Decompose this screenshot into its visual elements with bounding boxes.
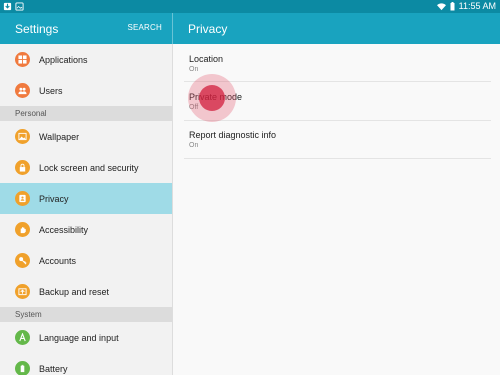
apps-icon xyxy=(15,52,30,67)
sidebar-item-wallpaper[interactable]: Wallpaper xyxy=(0,121,172,152)
touch-indicator-core xyxy=(199,85,225,111)
users-icon xyxy=(15,83,30,98)
image-icon xyxy=(15,2,24,11)
sidebar-item-label: Backup and reset xyxy=(39,286,110,297)
diagnostic-status: On xyxy=(189,142,199,149)
search-button[interactable]: SEARCH xyxy=(127,23,162,32)
status-bar: 11:55 AM xyxy=(0,0,500,13)
key-icon xyxy=(15,253,30,268)
section-header-personal: Personal xyxy=(0,106,172,121)
sidebar-item-label: Accessibility xyxy=(39,224,89,235)
diagnostic-title: Report diagnostic info xyxy=(189,130,277,140)
sidebar-item-label: Battery xyxy=(39,363,68,374)
sidebar-item-label: Users xyxy=(39,85,63,96)
battery-icon xyxy=(450,2,455,11)
battery-settings-icon xyxy=(15,361,30,375)
sidebar-item-applications[interactable]: Applications xyxy=(0,44,172,75)
sidebar-item-label: Privacy xyxy=(39,193,69,204)
location-title: Location xyxy=(189,54,224,64)
page-title: Settings xyxy=(15,22,59,36)
wallpaper-icon xyxy=(15,129,30,144)
diagnostic-row[interactable]: Report diagnostic info On xyxy=(184,121,491,159)
lock-icon xyxy=(15,160,30,175)
hand-icon xyxy=(15,222,30,237)
sidebar-item-privacy[interactable]: Privacy xyxy=(0,183,172,214)
status-time: 11:55 AM xyxy=(458,1,496,11)
sidebar-item-accounts[interactable]: Accounts xyxy=(0,245,172,276)
language-icon xyxy=(15,330,30,345)
sidebar-item-accessibility[interactable]: Accessibility xyxy=(0,214,172,245)
sidebar-item-battery[interactable]: Battery xyxy=(0,353,172,375)
sidebar-item-label: Wallpaper xyxy=(39,131,80,142)
sidebar-item-label: Language and input xyxy=(39,332,119,343)
detail-title: Privacy xyxy=(188,22,228,36)
section-header-system: System xyxy=(0,307,172,322)
wifi-icon xyxy=(436,2,446,10)
settings-header: Settings SEARCH xyxy=(0,13,173,44)
location-status: On xyxy=(189,66,199,73)
sidebar-item-label: Lock screen and security xyxy=(39,162,139,173)
sidebar-item-language[interactable]: Language and input xyxy=(0,322,172,353)
sidebar-item-label: Applications xyxy=(39,54,88,65)
detail-header: Privacy xyxy=(173,13,500,44)
sidebar-item-users[interactable]: Users xyxy=(0,75,172,106)
privacy-icon xyxy=(15,191,30,206)
backup-icon xyxy=(15,284,30,299)
sidebar-item-label: Accounts xyxy=(39,255,77,266)
touch-indicator xyxy=(188,74,236,122)
settings-sidebar: Applications Users Personal Wallpaper Lo… xyxy=(0,44,173,375)
sidebar-item-lock-screen[interactable]: Lock screen and security xyxy=(0,152,172,183)
download-icon xyxy=(3,2,12,11)
location-row[interactable]: Location On xyxy=(184,44,491,82)
sidebar-item-backup[interactable]: Backup and reset xyxy=(0,276,172,307)
